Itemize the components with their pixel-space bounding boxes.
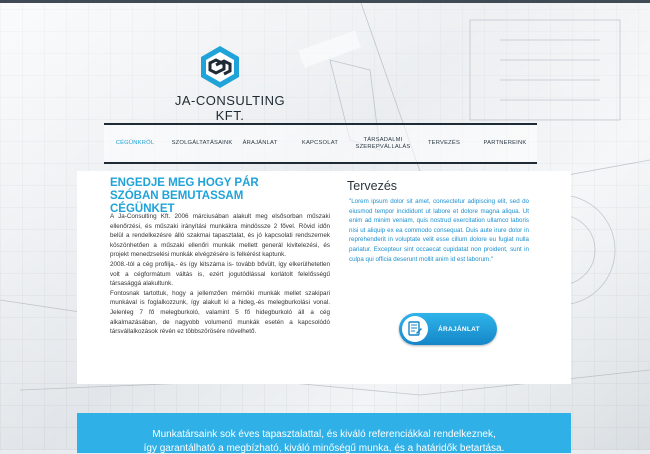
top-border (0, 0, 650, 3)
banner-line-1: Munkatársaink sok éves tapasztalattal, é… (152, 429, 496, 440)
nav-item-szolgaltatasaink[interactable]: SZOLGÁLTATÁSAINK (168, 125, 236, 162)
aside-quote: "Lorem ipsum dolor sit amet, consectetur… (349, 198, 529, 263)
nav-item-tervezes[interactable]: TERVEZÉS (416, 125, 472, 162)
description-paragraph: Fontosnak tartottuk, hogy a jellemzően m… (110, 289, 330, 336)
banner-line-2: így garantálható a megbízható, kiváló mi… (143, 443, 505, 454)
nav-item-cegunkrol[interactable]: CÉGÜNKRŐL (106, 125, 164, 162)
quote-request-label: ÁRAJÁNLAT (438, 325, 480, 333)
quote-request-button[interactable]: ÁRAJÁNLAT (399, 313, 497, 345)
content-panel: ENGEDJE MEG HOGY PÁR SZÓBAN BEMUTASSAM C… (77, 171, 571, 384)
nav-item-kapcsolat[interactable]: KAPCSOLAT (288, 125, 352, 162)
main-heading: ENGEDJE MEG HOGY PÁR SZÓBAN BEMUTASSAM C… (110, 177, 259, 215)
logo-icon[interactable] (198, 45, 242, 89)
description-paragraph: 2008.-tól a cég profilja,- és így létszá… (110, 260, 330, 288)
main-navigation: CÉGÜNKRŐL SZOLGÁLTATÁSAINK ÁRAJÁNLAT KAP… (104, 123, 537, 164)
nav-item-partnereink[interactable]: PARTNEREINK (474, 125, 536, 162)
description-paragraph: A Ja-Consulting Kft. 2006 márciusában al… (110, 213, 330, 259)
document-edit-icon (402, 316, 428, 342)
aside-title: Tervezés (347, 179, 398, 193)
nav-item-arajanlat[interactable]: ÁRAJÁNLAT (230, 125, 290, 162)
nav-item-tarsadalmi-szerepvallalas[interactable]: TÁRSADALMI SZEREPVÁLLALÁS (350, 125, 416, 162)
info-banner: Munkatársaink sok éves tapasztalattal, é… (77, 413, 571, 454)
brand-name: JA-CONSULTING KFT. (174, 93, 286, 123)
company-description: A Ja-Consulting Kft. 2006 márciusában al… (110, 212, 330, 337)
